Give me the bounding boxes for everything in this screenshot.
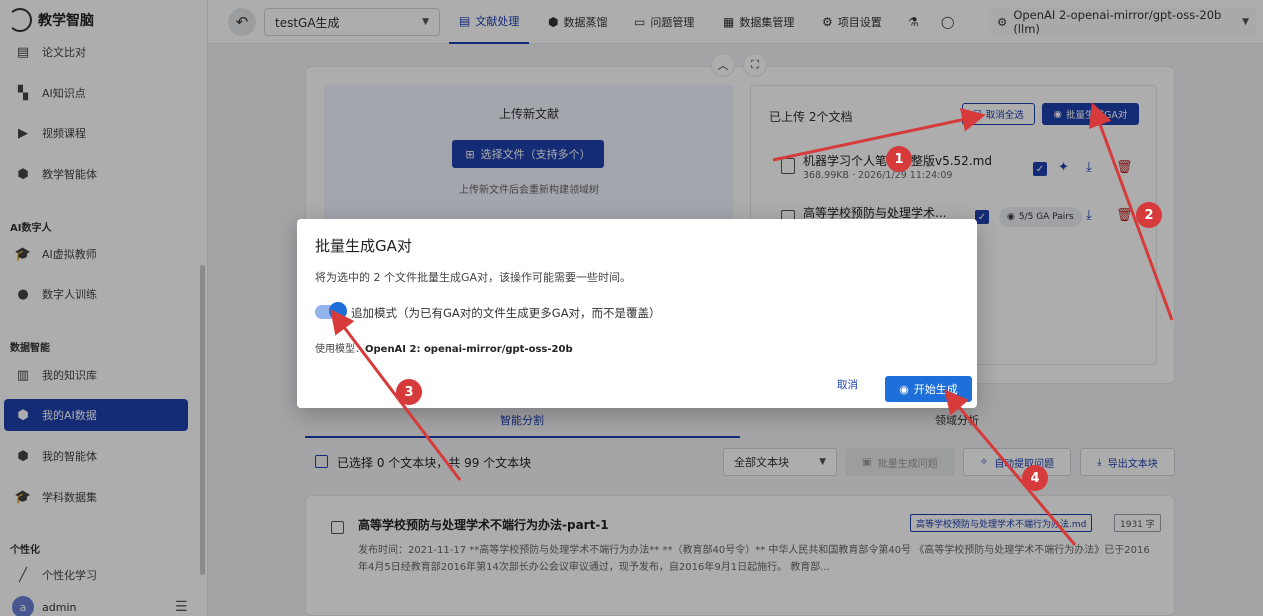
annotation-badge: 2 xyxy=(1136,202,1162,228)
arrow-1 xyxy=(772,108,986,162)
annotation-arrows xyxy=(330,102,1174,546)
arrow-4 xyxy=(944,389,1077,546)
annotation-badge: 1 xyxy=(886,146,912,172)
annotation-badge: 3 xyxy=(396,379,422,405)
annotation-badge: 4 xyxy=(1022,465,1048,491)
